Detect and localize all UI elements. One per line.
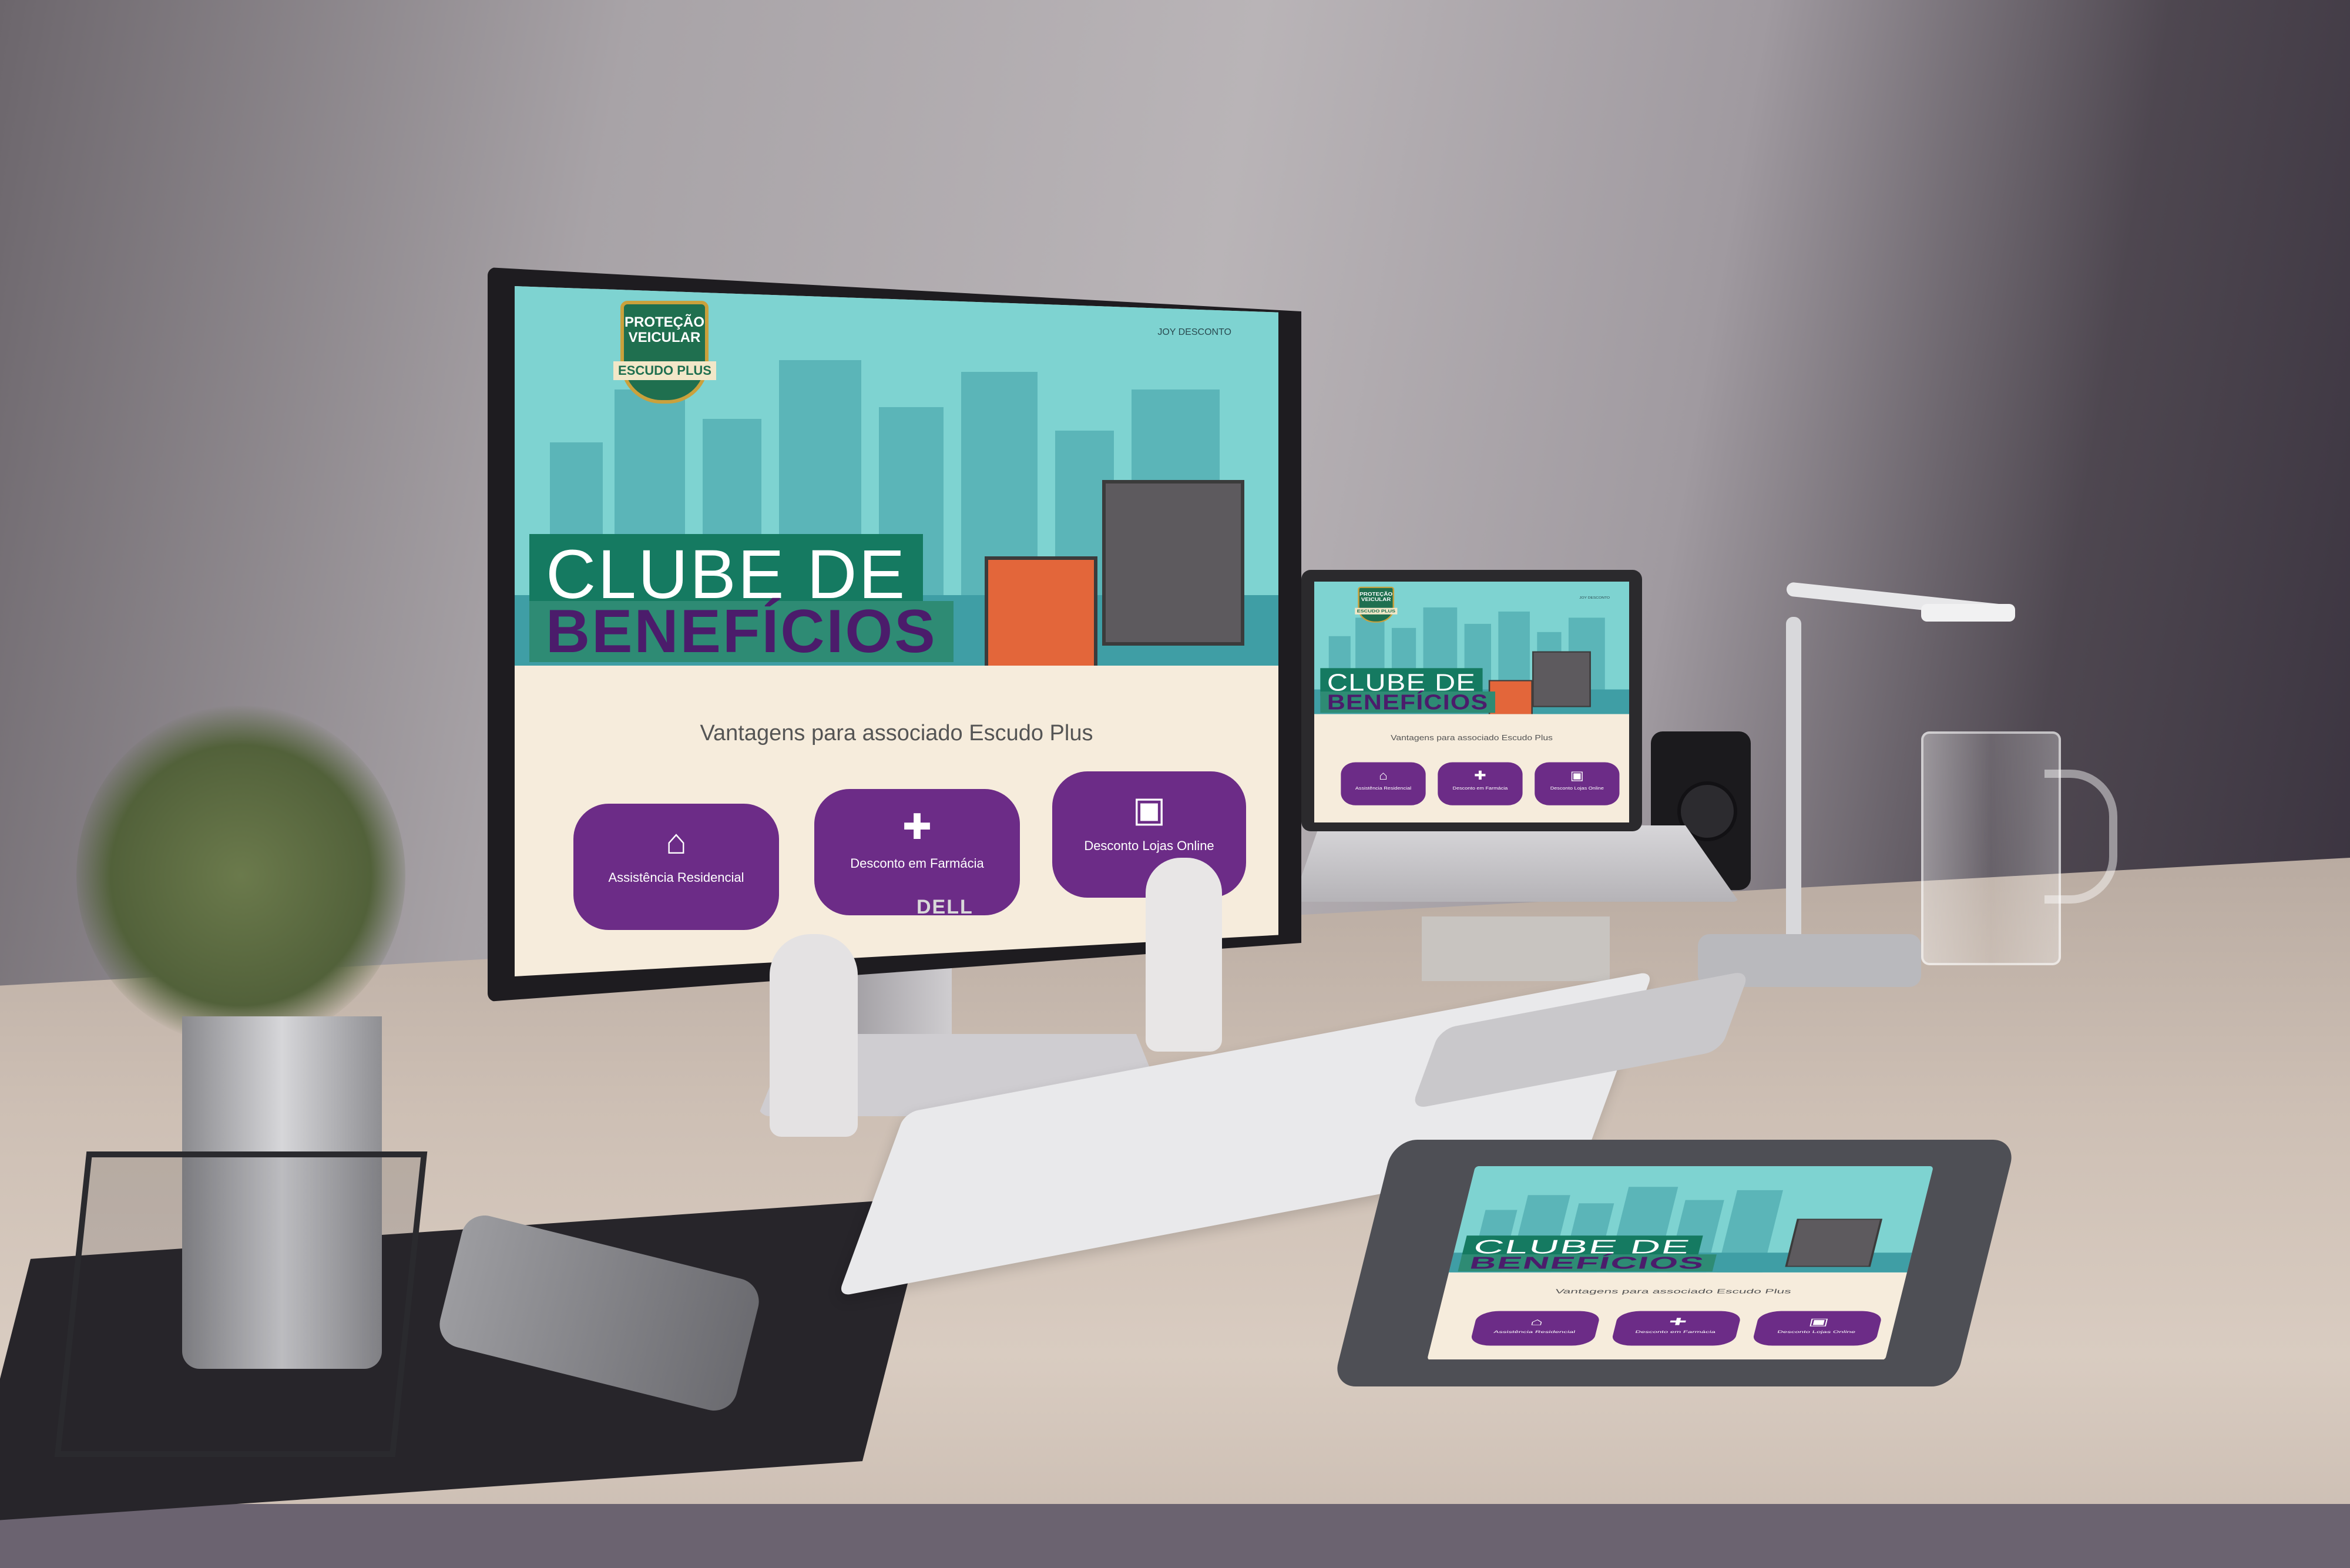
subtitle: Vantagens para associado Escudo Plus	[1391, 733, 1553, 743]
laptop-stand	[1422, 916, 1610, 981]
title-line2: BENEFÍCIOS	[1458, 1253, 1717, 1272]
bank-building	[985, 556, 1097, 666]
store-building	[1785, 1218, 1882, 1267]
home-icon: ⌂	[1529, 1316, 1545, 1328]
glass-mug	[1921, 731, 2061, 965]
medkit-icon: ✚	[902, 807, 932, 847]
card-desconto-farmacia[interactable]: ✚ Desconto em Farmácia	[1438, 762, 1523, 805]
shopping-bag-icon: ▣	[1132, 790, 1166, 830]
glass-mug-handle	[2044, 770, 2117, 904]
card-assistencia-residencial[interactable]: ⌂ Assistência Residencial	[1341, 762, 1426, 805]
title-line2: BENEFÍCIOS	[1320, 691, 1495, 713]
desk-lamp-pole	[1786, 617, 1801, 946]
tablet-site: CLUBE DE BENEFÍCIOS Vantagens para assoc…	[1427, 1166, 1934, 1359]
desk-edge	[0, 1504, 2350, 1568]
dell-logo: DELL	[916, 896, 973, 918]
top-link[interactable]: JOY DESCONTO	[1157, 327, 1231, 338]
einstein-bust	[770, 934, 858, 1137]
home-icon: ⌂	[1379, 768, 1388, 783]
pencil-cup	[54, 1151, 428, 1457]
card-desconto-lojas-online[interactable]: ▣ Desconto Lojas Online	[1535, 762, 1620, 805]
laptop-screen: PROTEÇÃO VEICULAR ESCUDO PLUS JOY DESCONT…	[1314, 582, 1629, 822]
laptop-base	[1292, 825, 1739, 902]
home-icon: ⌂	[665, 822, 687, 862]
escudo-plus-logo[interactable]: PROTEÇÃO VEICULAR ESCUDO PLUS	[613, 301, 716, 404]
store-building	[1532, 651, 1591, 707]
bank-building	[1488, 680, 1533, 714]
da-vinci-bust	[1146, 858, 1222, 1052]
plant	[76, 705, 405, 1046]
shopping-bag-icon: ▣	[1807, 1316, 1831, 1328]
laptop: PROTEÇÃO VEICULAR ESCUDO PLUS JOY DESCONT…	[1301, 570, 1642, 831]
desk-lamp-head	[1921, 604, 2015, 622]
medkit-icon: ✚	[1667, 1316, 1688, 1328]
top-link[interactable]: JOY DESCONTO	[1579, 596, 1610, 599]
shopping-bag-icon: ▣	[1570, 768, 1584, 783]
card-desconto-farmacia[interactable]: ✚ Desconto em Farmácia	[1610, 1311, 1743, 1346]
card-desconto-lojas-online[interactable]: ▣ Desconto Lojas Online	[1751, 1311, 1884, 1346]
hero-banner: CLUBE DE BENEFÍCIOS	[1449, 1166, 1934, 1272]
store-building	[1102, 480, 1244, 646]
title-line2: BENEFÍCIOS	[529, 600, 954, 662]
card-assistencia-residencial[interactable]: ⌂ Assistência Residencial	[573, 804, 779, 931]
hero-banner: PROTEÇÃO VEICULAR ESCUDO PLUS JOY DESCONT…	[1314, 582, 1629, 714]
subtitle: Vantagens para associado Escudo Plus	[1554, 1288, 1792, 1295]
tablet-screen: CLUBE DE BENEFÍCIOS Vantagens para assoc…	[1427, 1166, 1934, 1360]
hero-banner: PROTEÇÃO VEICULAR ESCUDO PLUS JOY DESCONT…	[515, 286, 1278, 666]
laptop-site: PROTEÇÃO VEICULAR ESCUDO PLUS JOY DESCONT…	[1314, 582, 1629, 822]
escudo-plus-logo[interactable]: PROTEÇÃO VEICULAR ESCUDO PLUS	[1355, 586, 1398, 623]
subtitle: Vantagens para associado Escudo Plus	[700, 721, 1093, 746]
card-assistencia-residencial[interactable]: ⌂ Assistência Residencial	[1469, 1311, 1602, 1346]
medkit-icon: ✚	[1474, 768, 1486, 783]
